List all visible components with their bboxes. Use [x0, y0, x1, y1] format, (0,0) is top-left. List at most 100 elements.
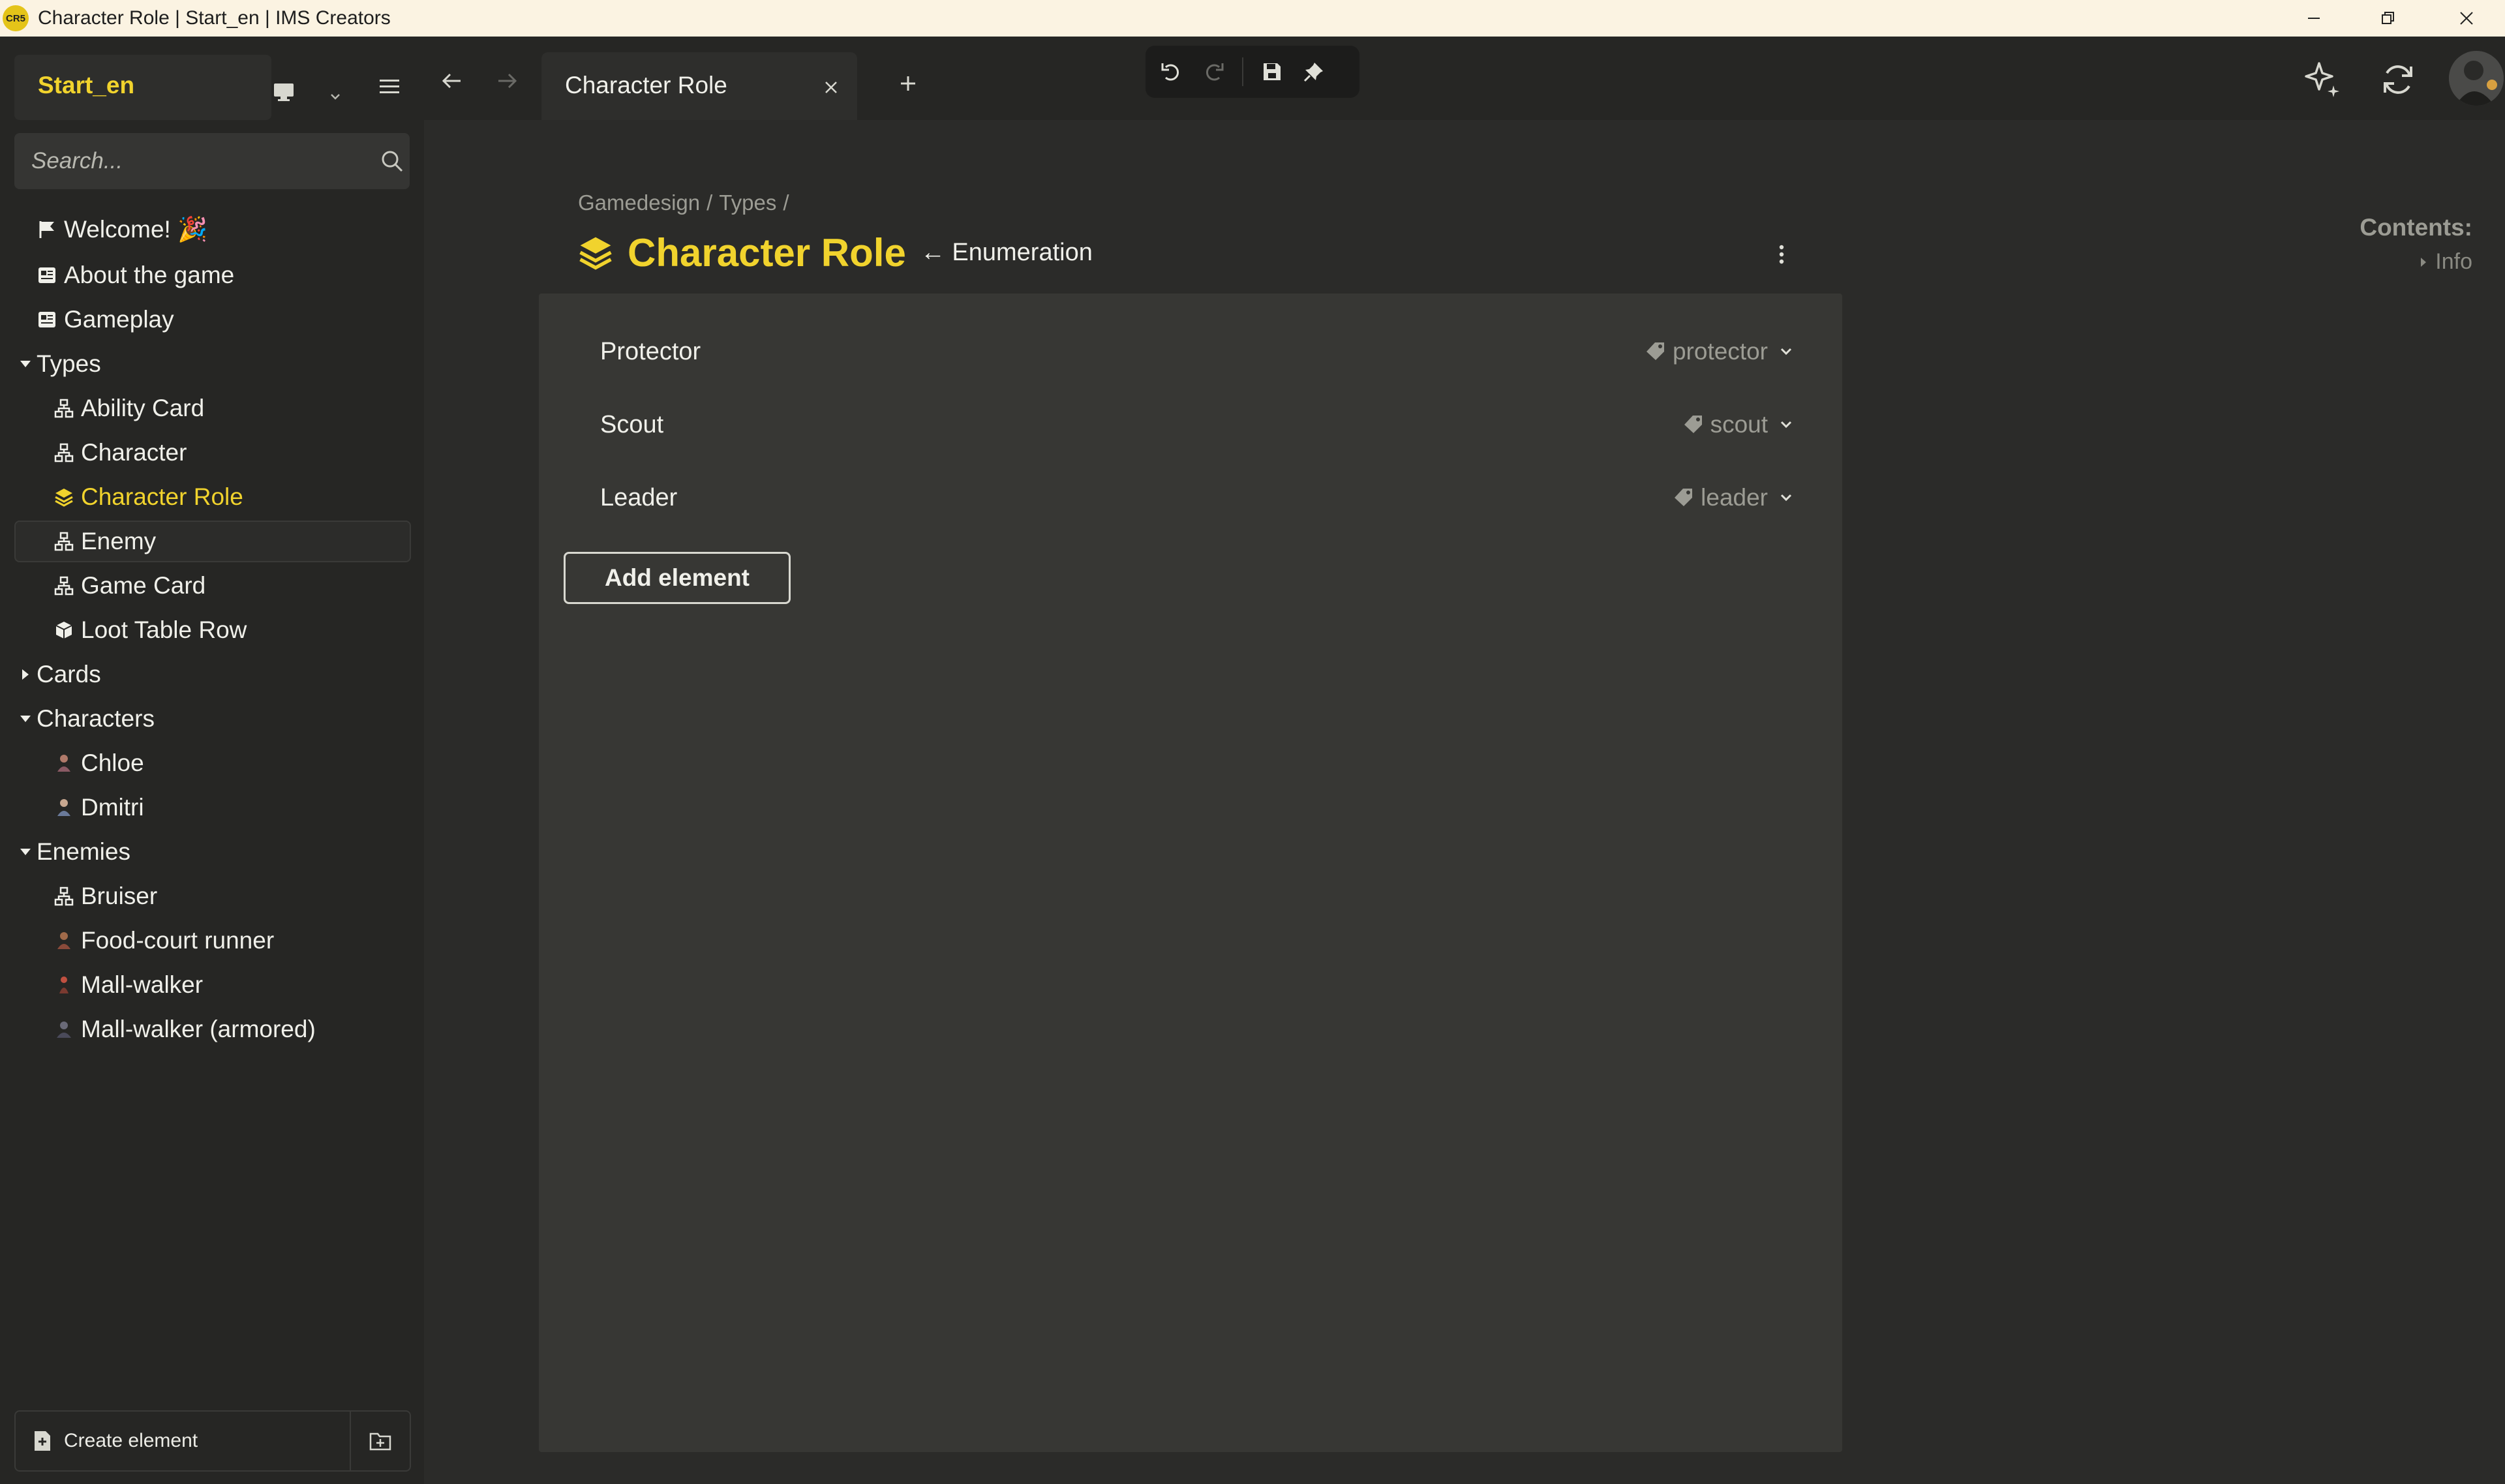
tab-character-role[interactable]: Character Role [541, 52, 857, 120]
search-box[interactable] [14, 133, 410, 189]
breadcrumb-types[interactable]: Types [719, 190, 776, 215]
enum-row-leader[interactable]: Leader leader [539, 466, 1842, 531]
sync-button[interactable] [2375, 56, 2422, 103]
menu-button[interactable] [373, 70, 406, 103]
enum-value-dropdown[interactable]: protector [1645, 338, 1793, 365]
tree-folder-enemies[interactable]: Enemies [14, 831, 411, 873]
tree-item-welcome[interactable]: Welcome! 🎉 [14, 209, 411, 250]
enum-value-dropdown[interactable]: scout [1683, 411, 1793, 438]
refresh-icon [2384, 65, 2412, 94]
tree-item-label: Ability Card [81, 395, 205, 421]
tree-item-label: Mall-walker (armored) [81, 1016, 316, 1042]
pin-button[interactable] [1293, 51, 1335, 93]
enum-row-scout[interactable]: Scout scout [539, 393, 1842, 458]
caret-down-icon[interactable] [18, 357, 33, 371]
tree-item-ability-card[interactable]: Ability Card [14, 387, 411, 429]
tree-item-bruiser[interactable]: Bruiser [14, 875, 411, 917]
tree-item-label: Cards [37, 661, 101, 688]
enum-row-protector[interactable]: Protector protector [539, 320, 1842, 385]
ai-assistant-button[interactable] [2299, 56, 2346, 103]
flag-icon [37, 219, 57, 240]
caret-down-icon[interactable] [18, 712, 33, 726]
add-folder-icon [369, 1432, 391, 1451]
restore-button[interactable] [2351, 0, 2425, 37]
search-input[interactable] [30, 133, 356, 189]
caret-down-icon[interactable] [18, 845, 33, 859]
toc-title: Contents: [2360, 214, 2472, 241]
type-icon [53, 575, 74, 596]
tree-item-game-card[interactable]: Game Card [14, 565, 411, 607]
cube-icon [53, 620, 74, 641]
pin-icon [1303, 63, 1323, 82]
new-tab-button[interactable] [890, 65, 926, 102]
project-name: Start_en [38, 72, 135, 98]
character-icon [53, 930, 74, 951]
tree-item-label: Loot Table Row [81, 616, 247, 643]
enum-value-text: leader [1701, 484, 1768, 511]
tree-item-mall-walker[interactable]: Mall-walker [14, 964, 411, 1006]
enum-label[interactable]: Leader [600, 484, 677, 512]
article-icon [37, 265, 57, 286]
tree-folder-characters[interactable]: Characters [14, 698, 411, 740]
undo-button[interactable] [1151, 51, 1192, 93]
tree-item-label: Bruiser [81, 883, 158, 909]
caret-right-icon [2421, 257, 2427, 267]
tree-item-enemy[interactable]: Enemy [14, 521, 411, 562]
tree-item-label: Character Role [81, 483, 243, 510]
add-element-button[interactable]: Add element [564, 552, 791, 604]
tree-item-mall-walker-armored[interactable]: Mall-walker (armored) [14, 1008, 411, 1050]
close-window-button[interactable] [2429, 0, 2504, 37]
arrow-right-icon [498, 73, 517, 89]
tree-item-label: Enemies [37, 838, 130, 865]
tree-item-about-the-game[interactable]: About the game [14, 254, 411, 296]
search-icon[interactable] [380, 149, 404, 174]
minimize-button[interactable] [2277, 0, 2351, 37]
page-title: Character Role [628, 230, 906, 275]
chevron-down-icon[interactable] [330, 93, 341, 100]
chevron-down-icon [1780, 421, 1792, 429]
tree-item-loot-table-row[interactable]: Loot Table Row [14, 609, 411, 651]
restore-icon [2382, 12, 2394, 24]
main-content: Gamedesign / Types / Character Role ← En… [424, 120, 2505, 1484]
redo-button[interactable] [1192, 51, 1234, 93]
redo-icon [1206, 63, 1224, 81]
tree-folder-cards[interactable]: Cards [14, 654, 411, 695]
tree-item-character-role[interactable]: Character Role [14, 476, 411, 518]
app-logo-text: CR5 [5, 12, 25, 24]
arrow-left-icon [442, 73, 461, 89]
more-options-button[interactable] [1765, 235, 1798, 274]
breadcrumb-gamedesign[interactable]: Gamedesign [578, 190, 700, 215]
tree-item-character[interactable]: Character [14, 432, 411, 474]
tree-item-gameplay[interactable]: Gameplay [14, 299, 411, 341]
tree-folder-types[interactable]: Types [14, 343, 411, 385]
enum-value-dropdown[interactable]: leader [1673, 484, 1793, 511]
enum-stack-icon [53, 487, 74, 507]
desktop-icon[interactable] [273, 82, 295, 102]
tag-icon [1675, 489, 1693, 506]
save-button[interactable] [1251, 51, 1293, 93]
sidebar-footer: Create element [14, 1410, 411, 1472]
enum-label[interactable]: Protector [600, 338, 701, 366]
forward-button[interactable] [489, 63, 526, 99]
tree-item-label: Welcome! 🎉 [64, 215, 208, 243]
tree-item-label: About the game [64, 262, 235, 288]
create-folder-button[interactable] [351, 1412, 410, 1470]
tree-item-food-court-runner[interactable]: Food-court runner [14, 920, 411, 962]
base-type-link[interactable]: ← Enumeration [920, 239, 1093, 267]
create-element-button[interactable]: Create element [16, 1412, 351, 1470]
caret-right-icon[interactable] [18, 667, 33, 682]
tree-item-label: Characters [37, 705, 155, 732]
toolbar-divider [1242, 57, 1243, 86]
enum-label[interactable]: Scout [600, 411, 663, 439]
back-button[interactable] [433, 63, 470, 99]
character-icon [53, 1019, 74, 1040]
user-avatar[interactable] [2449, 51, 2504, 106]
sparkle-icon [2305, 62, 2339, 97]
toc-item-info[interactable]: Info [2251, 249, 2472, 275]
page-header: Character Role ← Enumeration [578, 228, 1093, 277]
project-selector[interactable]: Start_en [14, 55, 340, 120]
tree-item-chloe[interactable]: Chloe [14, 742, 411, 784]
tab-close-button[interactable] [818, 74, 844, 100]
tree-item-dmitri[interactable]: Dmitri [14, 787, 411, 828]
article-icon [37, 309, 57, 330]
